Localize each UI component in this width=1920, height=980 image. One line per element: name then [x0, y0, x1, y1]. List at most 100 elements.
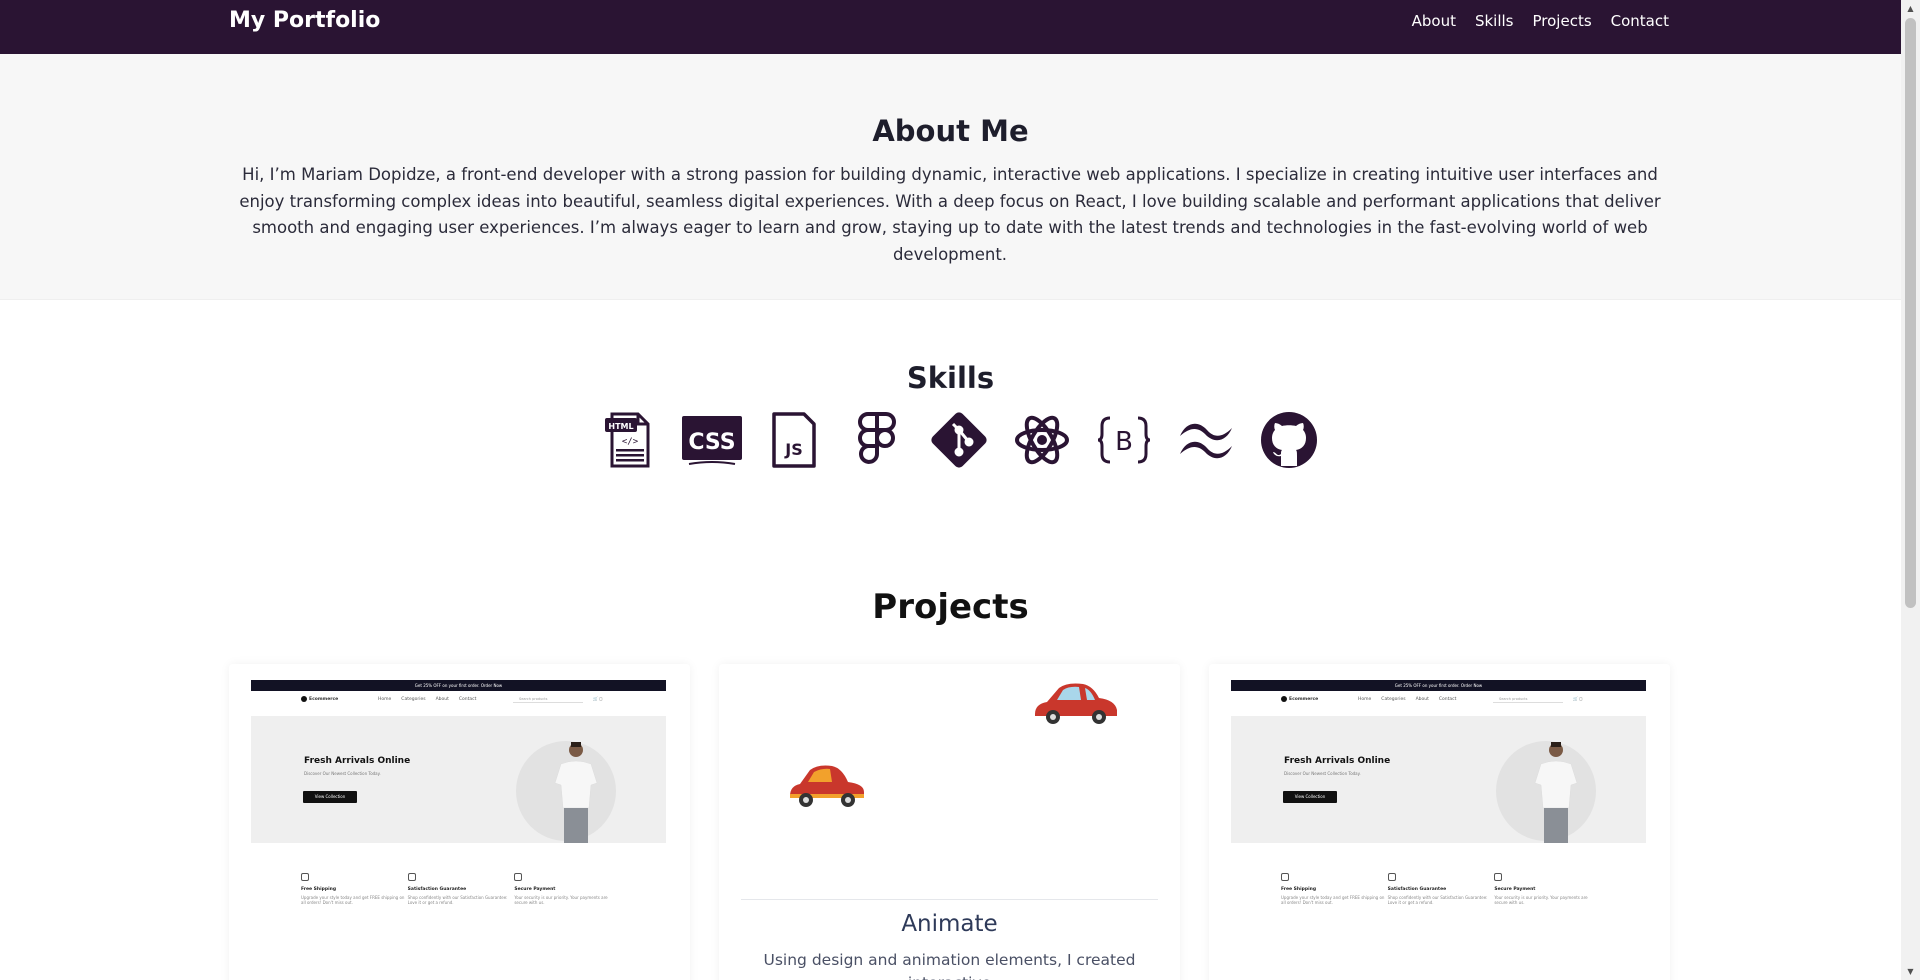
project-title: Animate — [901, 911, 998, 937]
preview-features: Free Shipping Upgrade your style today an… — [301, 873, 621, 905]
preview-hero-subtitle: Discover Our Newest Collection Today. — [1284, 771, 1361, 776]
preview-logo: Ecommerce — [301, 696, 338, 702]
truck-icon — [301, 873, 309, 881]
nav-link-projects[interactable]: Projects — [1533, 11, 1592, 31]
preview-nav: Ecommerce Home Categories About Contact … — [1231, 691, 1646, 707]
preview-search: Search products — [513, 695, 583, 703]
page-scrollbar[interactable]: ▲ ▼ — [1901, 0, 1920, 980]
preview-feature-title: Free Shipping — [1281, 887, 1317, 892]
svg-text:JS: JS — [785, 440, 803, 459]
preview-feature-text: Upgrade your style today and get FREE sh… — [1281, 895, 1385, 905]
about-section: About Me Hi, I’m Mariam Dopidze, a front… — [0, 54, 1901, 300]
preview-menu-item: About — [435, 697, 449, 702]
preview-hero-subtitle: Discover Our Newest Collection Today. — [304, 771, 381, 776]
react-icon — [1001, 410, 1084, 470]
nav-link-skills[interactable]: Skills — [1475, 11, 1514, 31]
preview-hero-button: View Collection — [1283, 791, 1337, 803]
svg-text:HTML: HTML — [609, 422, 634, 431]
preview-feature-title: Secure Payment — [1494, 887, 1536, 892]
preview-feature: Free Shipping Upgrade your style today an… — [301, 873, 408, 905]
css-icon: CSS — [671, 410, 754, 470]
preview-menu-item: About — [1415, 697, 1429, 702]
javascript-icon: JS — [753, 410, 836, 470]
projects-title: Projects — [872, 587, 1029, 627]
project-card-ecommerce-2[interactable]: Get 25% OFF on your first order. Order N… — [1209, 664, 1670, 980]
preview-logo-text: Ecommerce — [1289, 696, 1319, 702]
svg-text:</>: </> — [622, 437, 639, 447]
skills-title: Skills — [906, 361, 995, 395]
nav-link-contact[interactable]: Contact — [1611, 11, 1669, 31]
git-icon — [918, 410, 1001, 470]
car-icon — [1035, 683, 1117, 724]
logo-icon — [301, 696, 307, 702]
nav-links: About Skills Projects Contact — [1393, 11, 1669, 31]
scrollbar-thumb[interactable] — [1905, 18, 1916, 608]
preview-feature-title: Secure Payment — [514, 887, 556, 892]
preview-feature-text: Your security is our priority. Your paym… — [514, 895, 608, 905]
badge-icon — [1387, 873, 1396, 881]
preview-hero: Fresh Arrivals Online Discover Our Newes… — [251, 716, 666, 843]
logo-icon — [1281, 696, 1287, 702]
preview-feature-text: Your security is our priority. Your paym… — [1494, 895, 1588, 905]
preview-cart-icon: 🛒 ◻ — [593, 696, 603, 701]
about-text: Hi, I’m Mariam Dopidze, a front-end deve… — [239, 165, 1661, 264]
preview-feature: Satisfaction Guarantee Shop confidently w… — [1387, 873, 1495, 905]
preview-feature: Satisfaction Guarantee Shop confidently w… — [407, 873, 515, 905]
project-card-ecommerce[interactable]: Get 25% OFF on your first order. Order N… — [229, 664, 690, 980]
preview-hero-button: View Collection — [303, 791, 357, 803]
preview-model-image — [554, 742, 598, 843]
preview-hero: Fresh Arrivals Online Discover Our Newes… — [1231, 716, 1646, 843]
svg-text:CSS: CSS — [688, 430, 735, 455]
car-icon — [790, 765, 864, 807]
preview-menu-item: Categories — [1381, 697, 1406, 702]
preview-feature: Secure Payment Your security is our prior… — [514, 873, 621, 905]
scroll-up-arrow-icon[interactable]: ▲ — [1901, 0, 1920, 17]
project-description: Using design and animation elements, I c… — [763, 951, 1136, 980]
project-preview-ecommerce: Get 25% OFF on your first order. Order N… — [251, 680, 666, 940]
badge-icon — [407, 873, 416, 881]
skills-icons: HTML </> CSS JS B — [588, 410, 1331, 470]
preview-feature-title: Satisfaction Guarantee — [1387, 887, 1447, 892]
preview-feature-text: Shop confidently with our Satisfaction G… — [407, 895, 508, 905]
preview-menu-item: Categories — [401, 697, 426, 702]
html-icon: HTML </> — [588, 410, 671, 470]
preview-feature-text: Shop confidently with our Satisfaction G… — [1387, 895, 1488, 905]
svg-text:B: B — [1115, 427, 1133, 457]
preview-menu-item: Home — [1358, 697, 1372, 702]
preview-logo-text: Ecommerce — [309, 696, 339, 702]
preview-nav: Ecommerce Home Categories About Contact … — [251, 691, 666, 707]
bootstrap-icon: B — [1083, 410, 1166, 470]
preview-menu-item: Contact — [1438, 697, 1457, 702]
scroll-down-arrow-icon[interactable]: ▼ — [1901, 963, 1920, 980]
shield-icon — [514, 873, 523, 881]
preview-menu: Home Categories About Contact — [1358, 697, 1456, 702]
navbar: My Portfolio About Skills Projects Conta… — [0, 0, 1901, 54]
preview-banner: Get 25% OFF on your first order. Order N… — [251, 680, 666, 691]
preview-hero-title: Fresh Arrivals Online — [304, 756, 411, 766]
brand-logo[interactable]: My Portfolio — [229, 8, 380, 34]
shield-icon — [1494, 873, 1503, 881]
truck-icon — [1281, 873, 1289, 881]
preview-menu-item: Contact — [458, 697, 477, 702]
preview-banner: Get 25% OFF on your first order. Order N… — [1231, 680, 1646, 691]
nav-link-about[interactable]: About — [1412, 11, 1456, 31]
preview-feature: Free Shipping Upgrade your style today an… — [1281, 873, 1388, 905]
about-title: About Me — [872, 114, 1029, 148]
tailwind-icon — [1166, 410, 1249, 470]
preview-feature-title: Satisfaction Guarantee — [407, 887, 467, 892]
github-icon — [1248, 410, 1331, 470]
project-preview-ecommerce: Get 25% OFF on your first order. Order N… — [1231, 680, 1646, 940]
preview-logo: Ecommerce — [1281, 696, 1318, 702]
preview-menu-item: Home — [378, 697, 392, 702]
project-card-animate[interactable]: Animate Using design and animation eleme… — [719, 664, 1180, 980]
preview-hero-title: Fresh Arrivals Online — [1284, 756, 1391, 766]
preview-feature-text: Upgrade your style today and get FREE sh… — [301, 895, 405, 905]
figma-icon — [836, 410, 919, 470]
preview-feature-title: Free Shipping — [301, 887, 337, 892]
preview-search: Search products — [1493, 695, 1563, 703]
preview-model-image — [1534, 742, 1578, 843]
preview-menu: Home Categories About Contact — [378, 697, 476, 702]
preview-cart-icon: 🛒 ◻ — [1573, 696, 1583, 701]
preview-feature: Secure Payment Your security is our prior… — [1494, 873, 1601, 905]
project-preview-animate — [741, 674, 1158, 900]
